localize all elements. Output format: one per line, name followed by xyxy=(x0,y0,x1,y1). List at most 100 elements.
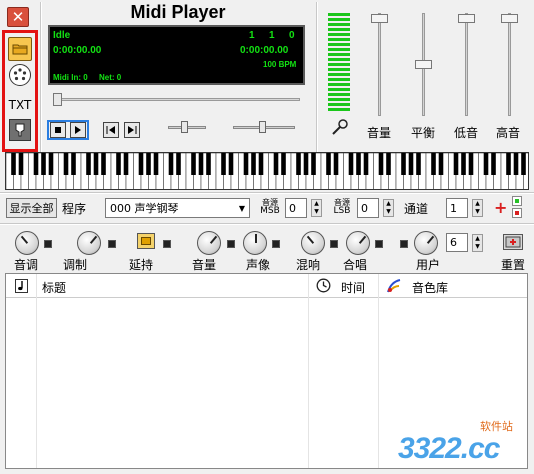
column-time[interactable]: 时间 xyxy=(341,279,365,296)
piano-black-key[interactable] xyxy=(401,153,406,175)
lsb-input[interactable]: 0 xyxy=(357,198,379,218)
piano-black-key[interactable] xyxy=(168,153,174,175)
piano-black-key[interactable] xyxy=(273,153,279,175)
user-left-indicator[interactable] xyxy=(400,240,408,248)
folder-icon[interactable] xyxy=(8,37,32,61)
piano-black-key[interactable] xyxy=(491,153,496,175)
piano-black-key[interactable] xyxy=(281,153,286,175)
piano-black-key[interactable] xyxy=(363,153,369,175)
reverb-knob[interactable] xyxy=(301,231,325,255)
pan-knob[interactable] xyxy=(243,231,267,255)
lsb-spinner[interactable]: ▲ ▼ xyxy=(383,199,394,217)
pan-indicator[interactable] xyxy=(272,240,280,248)
user-knob[interactable] xyxy=(414,231,438,255)
piano-black-key[interactable] xyxy=(146,153,151,175)
close-button[interactable]: ✕ xyxy=(7,7,29,27)
microphone-icon[interactable] xyxy=(331,118,349,136)
palette-icon[interactable] xyxy=(9,64,31,86)
reverb-indicator[interactable] xyxy=(330,240,338,248)
piano-black-key[interactable] xyxy=(48,153,54,175)
remove-channel-button[interactable] xyxy=(512,208,522,218)
piano-black-key[interactable] xyxy=(461,153,466,175)
piano-black-key[interactable] xyxy=(138,153,144,175)
next-button[interactable] xyxy=(124,122,140,138)
program-select[interactable]: 000 声学钢琴 ▼ xyxy=(105,198,250,218)
volume-fader-thumb[interactable] xyxy=(371,14,388,23)
piano-black-key[interactable] xyxy=(386,153,391,175)
msb-input[interactable]: 0 xyxy=(285,198,307,218)
piano-black-key[interactable] xyxy=(198,153,204,175)
piano-black-key[interactable] xyxy=(311,153,316,175)
piano-black-key[interactable] xyxy=(101,153,106,175)
piano-black-key[interactable] xyxy=(408,153,414,175)
user-controller-spinner[interactable]: ▲ ▼ xyxy=(472,234,483,252)
piano-black-key[interactable] xyxy=(153,153,159,175)
piano-black-key[interactable] xyxy=(221,153,226,175)
txt-icon[interactable]: TXT xyxy=(8,93,32,117)
volume-fader-track[interactable] xyxy=(378,13,381,116)
msb-spinner[interactable]: ▲ ▼ xyxy=(311,199,322,217)
piano-black-key[interactable] xyxy=(191,153,196,175)
show-all-button[interactable]: 显示全部 xyxy=(6,198,57,218)
piano-black-key[interactable] xyxy=(116,153,121,175)
position-track[interactable] xyxy=(55,98,300,101)
piano-black-key[interactable] xyxy=(333,153,339,175)
add-channel-button[interactable]: + xyxy=(494,198,507,217)
piano-black-key[interactable] xyxy=(86,153,91,175)
tune-knob[interactable] xyxy=(15,231,39,255)
reset-icon[interactable] xyxy=(503,234,523,250)
balance-fader-thumb[interactable] xyxy=(415,60,432,69)
piano-black-key[interactable] xyxy=(438,153,444,175)
piano-black-key[interactable] xyxy=(243,153,249,175)
piano-black-key[interactable] xyxy=(11,153,16,175)
position-slider-thumb[interactable] xyxy=(53,93,62,106)
piano-black-key[interactable] xyxy=(258,153,264,175)
piano-black-key[interactable] xyxy=(521,153,526,175)
channel-volume-indicator[interactable] xyxy=(227,240,235,248)
piano-black-key[interactable] xyxy=(468,153,474,175)
piano-black-key[interactable] xyxy=(431,153,436,175)
bass-fader-thumb[interactable] xyxy=(458,14,475,23)
piano-black-key[interactable] xyxy=(483,153,489,175)
piano-black-key[interactable] xyxy=(123,153,129,175)
piano-black-key[interactable] xyxy=(513,153,519,175)
piano-keyboard[interactable] xyxy=(5,152,529,190)
piano-black-key[interactable] xyxy=(18,153,24,175)
piano-black-key[interactable] xyxy=(176,153,181,175)
chorus-knob[interactable] xyxy=(346,231,370,255)
sustain-button[interactable] xyxy=(137,233,155,249)
pitch-slider-thumb[interactable] xyxy=(259,121,266,133)
previous-button[interactable] xyxy=(103,122,119,138)
piano-black-key[interactable] xyxy=(33,153,39,175)
piano-black-key[interactable] xyxy=(416,153,421,175)
play-button[interactable] xyxy=(70,122,86,138)
pen-icon[interactable] xyxy=(9,119,31,141)
piano-black-key[interactable] xyxy=(348,153,354,175)
modulation-knob[interactable] xyxy=(77,231,101,255)
channel-volume-knob[interactable] xyxy=(197,231,221,255)
channel-input[interactable]: 1 xyxy=(446,198,468,218)
piano-black-key[interactable] xyxy=(206,153,211,175)
piano-black-key[interactable] xyxy=(41,153,46,175)
column-title[interactable]: 标题 xyxy=(42,279,66,296)
speed-slider-thumb[interactable] xyxy=(181,121,188,133)
piano-black-key[interactable] xyxy=(63,153,69,175)
piano-black-key[interactable] xyxy=(303,153,309,175)
chorus-indicator[interactable] xyxy=(375,240,383,248)
piano-black-key[interactable] xyxy=(93,153,99,175)
modulation-indicator[interactable] xyxy=(108,240,116,248)
piano-black-key[interactable] xyxy=(296,153,301,175)
piano-black-key[interactable] xyxy=(453,153,459,175)
piano-black-key[interactable] xyxy=(506,153,511,175)
column-soundbank[interactable]: 音色库 xyxy=(412,279,448,296)
piano-black-key[interactable] xyxy=(251,153,256,175)
sustain-indicator[interactable] xyxy=(163,240,171,248)
piano-black-key[interactable] xyxy=(326,153,331,175)
piano-black-key[interactable] xyxy=(71,153,76,175)
tune-indicator[interactable] xyxy=(44,240,52,248)
user-controller-input[interactable]: 6 xyxy=(446,233,468,252)
treble-fader-track[interactable] xyxy=(508,13,511,116)
stop-button[interactable] xyxy=(50,122,66,138)
piano-keys[interactable] xyxy=(6,153,529,190)
piano-black-key[interactable] xyxy=(356,153,361,175)
